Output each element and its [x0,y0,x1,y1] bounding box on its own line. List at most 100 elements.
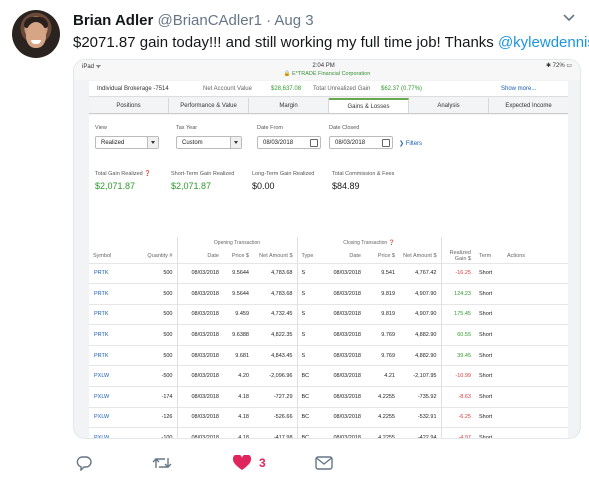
cell-quantity: 500 [139,283,177,305]
table-row[interactable]: PRTK 500 08/03/2018 9.681 4,843.45 S 08/03/201… [89,344,568,366]
view-select[interactable]: Realized [95,136,159,149]
cell-symbol[interactable]: PXLW [89,365,139,387]
tab-performance[interactable]: Performance & Value [169,98,249,113]
cell-term: Short [475,406,503,428]
table-row[interactable]: PRTK 500 08/03/2018 9.5644 4,783.68 S 08/03/20… [89,283,568,305]
cell-symbol[interactable]: PRTK [89,303,139,325]
date-closed-input[interactable]: 08/03/2018 [329,136,393,149]
cell-symbol[interactable]: PXLW [89,427,139,438]
cell-open-net: -526.66 [253,406,297,428]
cell-close-price: 4.2255 [365,406,399,428]
col-actions: Actions [507,252,526,259]
cell-symbol[interactable]: PRTK [89,324,139,346]
cell-symbol[interactable]: PXLW [89,386,139,408]
cell-actions [503,262,568,284]
cell-actions [503,324,568,346]
cell-open-net: 4,822.35 [253,324,297,346]
like-button[interactable]: 3 [233,455,266,471]
direct-message-icon [315,456,333,470]
tax-year-label: Tax Year [176,125,198,131]
retweet-icon [152,458,172,468]
cell-symbol[interactable]: PRTK [89,283,139,305]
table-row[interactable]: PXLW -174 08/03/2018 4.18 -727.29 BC 08/03/201… [89,386,568,408]
heart-icon [233,455,251,470]
col-symbol[interactable]: Symbol [89,249,139,263]
cell-symbol[interactable]: PRTK [89,262,139,284]
calendar-icon[interactable] [310,139,318,147]
total-gain-label: Total Gain Realized ❓ [95,171,152,177]
col-quantity[interactable]: Quantity # [139,249,177,263]
cell-realized-gain: 124.23 [440,283,475,305]
battery-indicator: ✱ 72% ▭ [545,63,572,69]
tab-expected-income[interactable]: Expected Income [489,98,568,113]
cell-open-date: 08/03/2018 [176,324,223,346]
tab-margin[interactable]: Margin [249,98,329,113]
col-close-date[interactable]: Date [319,249,365,263]
tweet-text: $2071.87 gain today!!! and still working… [73,34,589,51]
author-name[interactable]: Brian Adler [73,12,153,29]
cell-open-price: 9.459 [223,303,253,325]
table-row[interactable]: PRTK 500 08/03/2018 9.6388 4,822.35 S 08/03/20… [89,324,568,346]
avatar[interactable] [12,10,60,58]
table-row[interactable]: PXLW -100 08/03/2018 4.18 -417.98 BC 08/03/201… [89,427,568,438]
date-from-input[interactable]: 08/03/2018 [257,136,321,149]
cell-close-price: 4.2255 [365,427,399,438]
cell-open-net: 4,732.45 [253,303,297,325]
total-gain-value: $2,071.87 [95,181,136,191]
cell-close-net: 4,882.90 [399,324,441,346]
date-closed-label: Date Closed [329,125,360,131]
cell-realized-gain: -16.25 [440,262,475,284]
long-term-value: $0.00 [252,181,275,191]
col-term[interactable]: Term [475,249,503,263]
calendar-icon[interactable] [382,139,390,147]
cell-actions [503,427,568,438]
dropdown-arrow-icon [230,137,241,148]
author-handle[interactable]: @BrianCAdler1 [157,12,261,29]
mention-link[interactable]: @kylewdennis [498,34,589,51]
col-close-price[interactable]: Price $ [365,249,399,263]
col-close-net[interactable]: Net Amount $ [399,249,441,263]
attached-screenshot[interactable]: iPad ᯤ 2:04 PM ✱ 72% ▭ 🔒 E*TRADE Financi… [73,59,581,439]
view-value: Realized [101,139,125,146]
date-from-label: Date From [257,125,283,131]
reply-button[interactable] [76,455,92,471]
brand-bar: 🔒 E*TRADE Financial Corporation [74,71,580,80]
tweet-date[interactable]: Aug 3 [274,12,313,29]
account-name[interactable]: Individual Brokerage -7514 [97,86,203,92]
cell-actions [503,386,568,408]
cell-symbol[interactable]: PXLW [89,406,139,428]
tab-gains-losses[interactable]: Gains & Losses [329,98,409,113]
cell-open-price: 9.5644 [223,262,253,284]
tab-positions[interactable]: Positions [89,98,169,113]
table-row[interactable]: PRTK 500 08/03/2018 9.5644 4,783.68 S 08/03/20… [89,262,568,284]
col-type[interactable]: Type [296,249,319,263]
cell-close-price: 9.819 [365,283,399,305]
cell-type: S [296,283,319,305]
retweet-button[interactable] [152,455,172,471]
filters-link[interactable]: ❯ Filters [399,140,422,147]
table-row[interactable]: PXLW -126 08/03/2018 4.18 -526.66 BC 08/03/201… [89,406,568,428]
commission-label: Total Commission & Fees [332,171,395,177]
cell-type: BC [296,406,319,428]
cell-term: Short [475,303,503,325]
chevron-down-icon[interactable] [563,14,575,22]
show-more-link[interactable]: Show more... [501,86,536,92]
cell-term: Short [475,344,503,366]
cell-type: S [296,303,319,325]
cell-close-date: 08/03/2018 [319,365,365,387]
cell-open-date: 08/03/2018 [176,386,223,408]
table-row[interactable]: PXLW -500 08/03/2018 4.20 -2,096.96 BC 08/03/2… [89,365,568,387]
col-open-net[interactable]: Net Amount $ [253,249,297,263]
direct-message-button[interactable] [315,455,333,471]
col-open-price[interactable]: Price $ [223,249,253,263]
tax-year-select[interactable]: Custom [176,136,242,149]
col-open-date[interactable]: Date [176,249,223,263]
cell-close-net: -532.91 [399,406,441,428]
col-realized-gain[interactable]: Realized Gain $ [440,249,475,263]
table-row[interactable]: PRTK 500 08/03/2018 9.459 4,732.45 S 08/03/201… [89,303,568,325]
cell-close-net: 4,907.90 [399,283,441,305]
cell-open-date: 08/03/2018 [176,365,223,387]
cell-term: Short [475,427,503,438]
tab-analysis[interactable]: Analysis [409,98,489,113]
cell-symbol[interactable]: PRTK [89,344,139,366]
